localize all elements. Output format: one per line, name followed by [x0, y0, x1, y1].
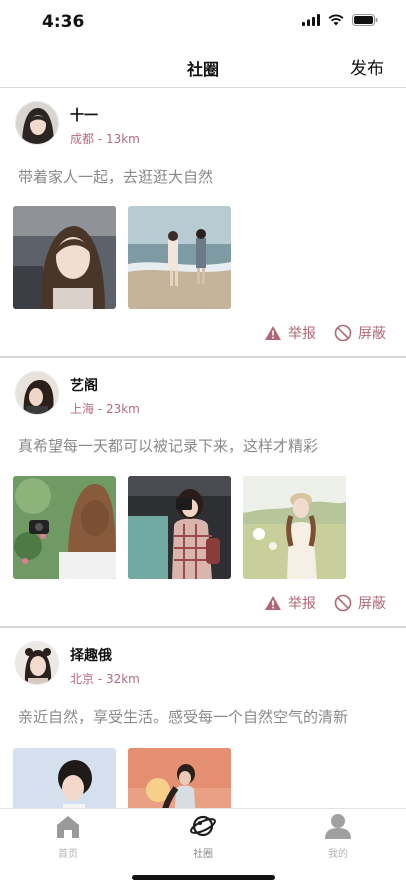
feed[interactable]: 十一 成都 - 13km 带着家人一起，去逛逛大自然 举报 屏蔽 艺阁 上海 -… [0, 88, 406, 808]
avatar[interactable] [15, 101, 59, 145]
status-icons [302, 14, 378, 26]
tab-community[interactable]: 社圈 [173, 813, 233, 860]
post-image[interactable] [13, 476, 116, 579]
warning-icon [265, 326, 281, 340]
signal-icon [302, 14, 320, 26]
username[interactable]: 择趣俄 [70, 645, 112, 665]
avatar[interactable] [15, 641, 59, 685]
location: 北京 - 32km [70, 672, 140, 686]
post-card: 十一 成都 - 13km 带着家人一起，去逛逛大自然 举报 屏蔽 [0, 88, 406, 356]
person-icon [325, 814, 351, 839]
post-text: 真希望每一天都可以被记录下来，这样才精彩 [18, 437, 319, 455]
status-bar: 4:36 [0, 0, 406, 44]
navbar: 社圈 发布 [0, 44, 406, 88]
tab-home[interactable]: 首页 [38, 813, 98, 860]
location: 上海 - 23km [70, 402, 140, 416]
post-image[interactable] [128, 748, 231, 808]
report-label: 举报 [288, 326, 316, 342]
block-label: 屏蔽 [358, 326, 386, 342]
post-actions: 举报 屏蔽 [264, 323, 386, 343]
post-image[interactable] [13, 748, 116, 808]
publish-button[interactable]: 发布 [350, 54, 384, 79]
username[interactable]: 艺阁 [70, 375, 98, 395]
post-text: 带着家人一起，去逛逛大自然 [18, 168, 214, 186]
page-title: 社圈 [186, 60, 219, 79]
report-button[interactable]: 举报 [264, 593, 316, 613]
post-image[interactable] [128, 206, 231, 309]
planet-icon [190, 815, 216, 837]
tab-profile[interactable]: 我的 [308, 813, 368, 860]
location: 成都 - 13km [70, 132, 140, 146]
status-time: 4:36 [42, 12, 85, 32]
block-button[interactable]: 屏蔽 [334, 323, 386, 343]
username[interactable]: 十一 [70, 105, 98, 125]
block-label: 屏蔽 [358, 596, 386, 612]
post-card: 择趣俄 北京 - 32km 亲近自然，享受生活。感受每一个自然空气的清新 [0, 628, 406, 808]
battery-icon [352, 14, 378, 26]
wifi-icon [328, 14, 344, 26]
tab-label: 我的 [328, 849, 348, 860]
report-label: 举报 [288, 596, 316, 612]
post-actions: 举报 屏蔽 [264, 593, 386, 613]
block-button[interactable]: 屏蔽 [334, 593, 386, 613]
home-indicator [132, 875, 275, 880]
post-image[interactable] [128, 476, 231, 579]
post-text: 亲近自然，享受生活。感受每一个自然空气的清新 [18, 708, 349, 726]
warning-icon [265, 596, 281, 610]
post-card: 艺阁 上海 - 23km 真希望每一天都可以被记录下来，这样才精彩 举报 屏蔽 [0, 358, 406, 626]
home-icon [57, 816, 79, 838]
report-button[interactable]: 举报 [264, 323, 316, 343]
avatar[interactable] [15, 371, 59, 415]
tab-label: 社圈 [193, 849, 213, 860]
post-image[interactable] [243, 476, 346, 579]
tab-bar: 首页 社圈 我的 [0, 808, 406, 888]
post-image[interactable] [13, 206, 116, 309]
block-icon [334, 324, 352, 342]
tab-label: 首页 [58, 849, 78, 860]
block-icon [334, 594, 352, 612]
